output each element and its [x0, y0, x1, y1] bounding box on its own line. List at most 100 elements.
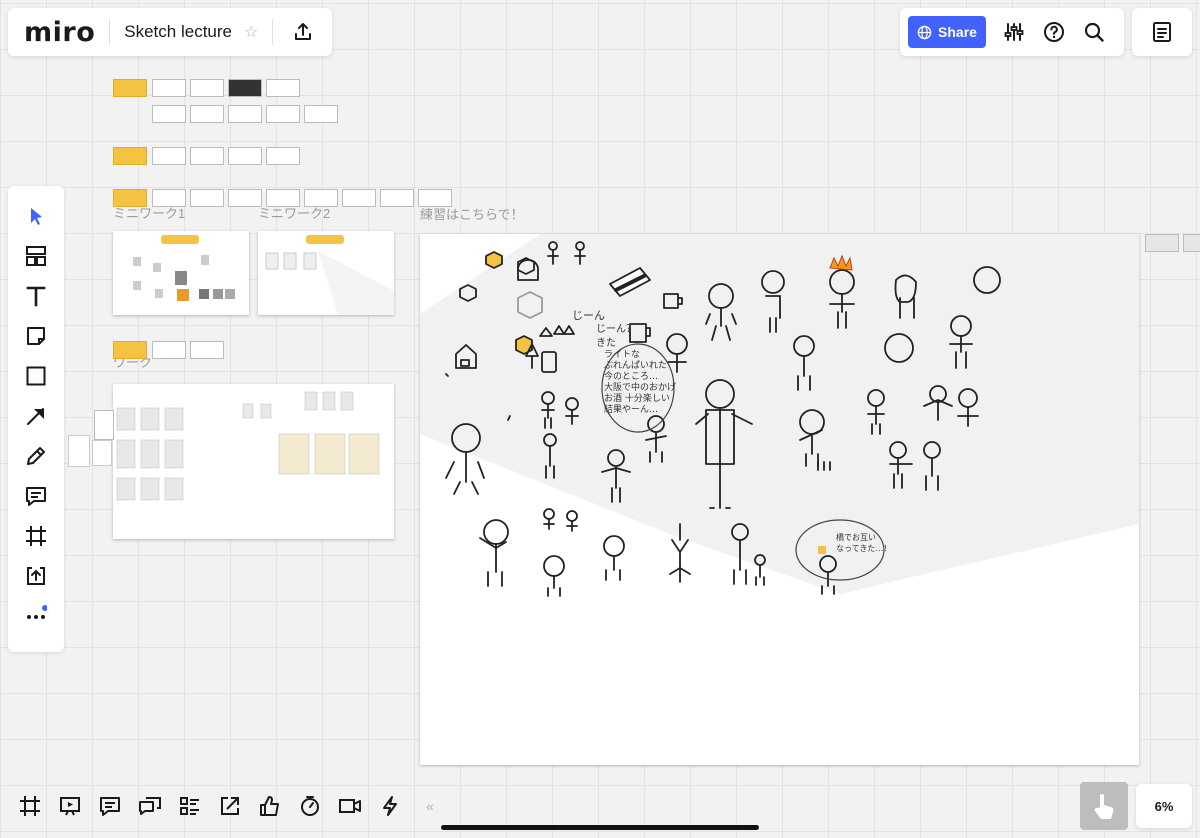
handwritten-text: じーん？ — [596, 324, 636, 335]
frames-icon[interactable] — [10, 786, 50, 826]
share-button[interactable]: Share — [908, 16, 986, 48]
notes-panel-button[interactable] — [1132, 8, 1192, 56]
frame-label-work[interactable]: ワーク — [113, 352, 152, 371]
slide-thumbnail[interactable] — [304, 189, 338, 207]
frame-mini-work-1[interactable] — [113, 231, 249, 315]
share-screen-icon[interactable] — [210, 786, 250, 826]
slide-thumbnail[interactable] — [152, 189, 186, 207]
note-line: 橋でお互い — [836, 533, 876, 542]
text-icon[interactable] — [16, 276, 56, 316]
slide-thumbnail[interactable] — [380, 189, 414, 207]
comments-icon[interactable] — [90, 786, 130, 826]
board-title[interactable]: Sketch lecture — [124, 22, 232, 42]
timer-icon[interactable] — [290, 786, 330, 826]
slide-thumbnail[interactable] — [228, 189, 262, 207]
sticky-note-icon[interactable] — [16, 316, 56, 356]
slide-thumbnail[interactable] — [418, 189, 452, 207]
handwritten-text: じーん — [572, 309, 605, 322]
slide-thumbnail[interactable] — [228, 105, 262, 123]
touch-mode-button[interactable] — [1080, 782, 1128, 830]
sticky-note — [306, 235, 344, 244]
note-line: 大阪で中のおかげ — [604, 383, 677, 393]
slide-thumbnail[interactable] — [304, 105, 338, 123]
card[interactable] — [68, 435, 90, 467]
bottom-toolbar: « — [10, 784, 460, 828]
frame-mini-work-2[interactable] — [258, 231, 394, 315]
globe-icon — [917, 25, 932, 39]
slide-thumbnail[interactable] — [228, 79, 262, 97]
slide-thumbnail[interactable] — [113, 79, 147, 97]
card-list-icon[interactable] — [170, 786, 210, 826]
thumbs-up-icon[interactable] — [250, 786, 290, 826]
lightning-icon[interactable] — [370, 786, 410, 826]
upload-icon[interactable] — [16, 556, 56, 596]
templates-icon[interactable] — [16, 236, 56, 276]
slide-thumbnail[interactable] — [113, 341, 147, 359]
home-indicator — [441, 825, 759, 830]
card[interactable] — [92, 440, 112, 466]
slide-thumbnail[interactable] — [152, 79, 186, 97]
frame-label-practice[interactable]: 練習はこちらで！ — [420, 204, 524, 223]
star-icon[interactable]: ☆ — [244, 22, 258, 42]
slide-thumbnail[interactable] — [266, 189, 300, 207]
comment-icon[interactable] — [16, 476, 56, 516]
pen-icon[interactable] — [16, 436, 56, 476]
slide-thumbnail[interactable] — [152, 105, 186, 123]
slide-thumbnail[interactable] — [228, 147, 262, 165]
presentation-icon[interactable] — [50, 786, 90, 826]
slide-thumbnail[interactable] — [1145, 234, 1179, 252]
cursor-icon[interactable] — [16, 196, 56, 236]
slide-thumbnail[interactable] — [190, 147, 224, 165]
bubble-note: 橋でお互い なってきた…！ — [836, 532, 891, 554]
top-actions: Share — [900, 8, 1124, 56]
slide-thumbnail[interactable] — [266, 147, 300, 165]
slide-thumbnail[interactable] — [190, 189, 224, 207]
note-line: ぶれんぱいれた — [604, 361, 668, 371]
zoom-level[interactable]: 6% — [1136, 784, 1192, 828]
collapse-icon[interactable]: « — [410, 786, 450, 826]
slide-thumbnail[interactable] — [113, 147, 147, 165]
frame-content — [133, 255, 235, 301]
miro-logo[interactable]: miro — [24, 17, 95, 48]
frame-label-mini-work-2[interactable]: ミニワーク2 — [258, 203, 330, 222]
video-icon[interactable] — [330, 786, 370, 826]
export-icon[interactable] — [287, 16, 319, 48]
help-icon[interactable] — [1034, 12, 1074, 52]
divider — [109, 19, 111, 45]
slide-thumbnail[interactable] — [342, 189, 376, 207]
note-line: ライトな — [604, 350, 641, 360]
shape-icon[interactable] — [16, 356, 56, 396]
card[interactable] — [94, 410, 114, 440]
slide-thumbnail[interactable] — [190, 79, 224, 97]
slide-thumbnail[interactable] — [190, 105, 224, 123]
settings-sliders-icon[interactable] — [994, 12, 1034, 52]
slide-thumbnail[interactable] — [152, 147, 186, 165]
slide-thumbnail[interactable] — [266, 79, 300, 97]
frame-content — [116, 391, 380, 501]
handwritten-note: ライトな ぶれんぱいれた 今のところ… 大阪で中のおかげ お酒 十分楽しい 結果… — [604, 350, 676, 416]
frame-label-mini-work-1[interactable]: ミニワーク1 — [113, 203, 185, 222]
frame-practice[interactable]: じーん じーん？ きた ライトな ぶれんぱいれた 今のところ… 大阪で中のおかげ… — [420, 234, 1139, 765]
note-line: 今のところ… — [604, 372, 659, 382]
slide-thumbnail[interactable] — [113, 189, 147, 207]
sticky-note — [161, 235, 199, 244]
note-line: お酒 十分楽しい — [604, 394, 670, 404]
arrow-icon[interactable] — [16, 396, 56, 436]
handwritten-text: きた — [596, 338, 616, 349]
slide-thumbnail[interactable] — [190, 341, 224, 359]
search-icon[interactable] — [1074, 12, 1114, 52]
slide-thumbnail[interactable] — [266, 105, 300, 123]
share-label: Share — [938, 24, 977, 40]
more-icon[interactable] — [16, 596, 56, 636]
frame-icon[interactable] — [16, 516, 56, 556]
slide-thumbnail[interactable] — [1183, 234, 1200, 252]
slide-thumbnail[interactable] — [152, 341, 186, 359]
left-toolbar — [8, 186, 64, 652]
note-line: なってきた…！ — [836, 544, 892, 553]
frame-work[interactable] — [113, 384, 394, 539]
divider — [272, 19, 274, 45]
chat-icon[interactable] — [130, 786, 170, 826]
board-canvas[interactable]: ミニワーク1 ミニワーク2 練習はこちらで！ ワーク じーん じーん？ きた ラ… — [0, 0, 1200, 838]
document-icon — [1153, 22, 1171, 42]
sketch-drawings — [420, 234, 1139, 597]
